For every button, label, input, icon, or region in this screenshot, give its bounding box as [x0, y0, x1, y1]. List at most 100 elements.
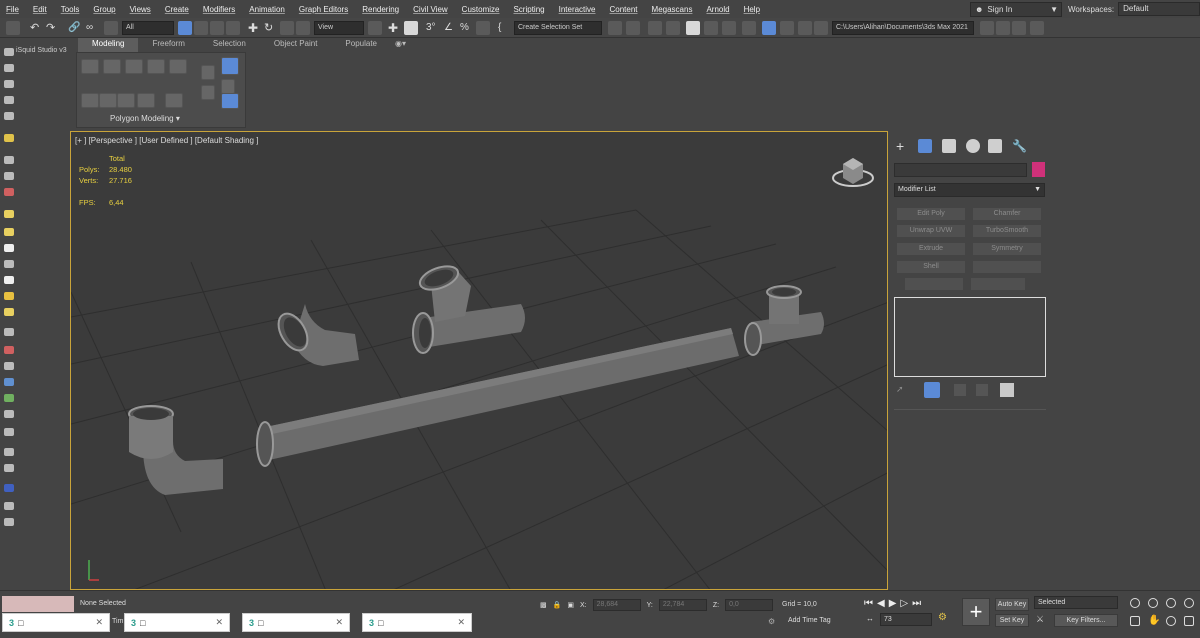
- tool-icon[interactable]: [4, 188, 14, 196]
- material-editor-icon[interactable]: [742, 21, 756, 35]
- placement-icon[interactable]: [296, 21, 310, 35]
- tool-icon[interactable]: [4, 80, 14, 88]
- create-tab-icon[interactable]: +: [896, 139, 910, 153]
- select-by-name-icon[interactable]: [194, 21, 208, 35]
- sign-in-dropdown[interactable]: ☻ Sign In ▼: [970, 2, 1062, 17]
- menu-rendering[interactable]: Rendering: [356, 5, 407, 14]
- key-filters-button[interactable]: Key Filters...: [1054, 614, 1118, 627]
- close-icon[interactable]: ✕: [457, 617, 465, 628]
- tab-object-paint[interactable]: Object Paint: [260, 38, 332, 52]
- render-production-icon[interactable]: [798, 21, 812, 35]
- window-crossing-icon[interactable]: [226, 21, 240, 35]
- pin-stack-icon[interactable]: ➚: [896, 384, 908, 396]
- object-name-field[interactable]: [894, 163, 1027, 177]
- modifier-stack[interactable]: [894, 297, 1046, 377]
- tool-icon[interactable]: [4, 96, 14, 104]
- menu-tools[interactable]: Tools: [55, 5, 88, 14]
- configure-modifier-sets-icon[interactable]: [1000, 383, 1014, 397]
- menu-file[interactable]: File: [0, 5, 27, 14]
- modifier-button-turbosmooth[interactable]: TurboSmooth: [972, 224, 1042, 238]
- close-icon[interactable]: ✕: [215, 617, 223, 628]
- tab-modeling[interactable]: Modeling: [78, 38, 139, 52]
- ribbon-toggle-icon[interactable]: [686, 21, 700, 35]
- go-to-start-icon[interactable]: ⏮: [864, 598, 873, 609]
- selection-filter-select[interactable]: All: [122, 21, 174, 35]
- ribbon-tool-button[interactable]: [147, 59, 165, 74]
- menu-interactive[interactable]: Interactive: [553, 5, 604, 14]
- menu-create[interactable]: Create: [159, 5, 197, 14]
- undo-icon[interactable]: ↶: [30, 21, 44, 35]
- modifier-button-empty[interactable]: [904, 277, 964, 291]
- ribbon-tool-button[interactable]: [137, 93, 155, 108]
- modifier-button-unwrap-uvw[interactable]: Unwrap UVW: [896, 224, 966, 238]
- modifier-button-empty[interactable]: [972, 260, 1042, 274]
- modifier-button-edit-poly[interactable]: Edit Poly: [896, 207, 966, 221]
- snaps-toggle-icon[interactable]: 3°: [426, 21, 440, 35]
- maxscript-listener[interactable]: [2, 596, 74, 612]
- maximize-viewport-icon[interactable]: [1184, 616, 1194, 626]
- tool-icon[interactable]: [4, 484, 14, 492]
- go-to-end-icon[interactable]: ⏭: [912, 598, 921, 609]
- menu-help[interactable]: Help: [738, 5, 768, 14]
- ribbon-tool-button[interactable]: [125, 59, 143, 74]
- tool-icon[interactable]: [4, 328, 14, 336]
- tool-icon[interactable]: [4, 346, 14, 354]
- scene-explorer-icon[interactable]: [648, 21, 662, 35]
- viewport-label[interactable]: [+ ] [Perspective ] [User Defined ] [Def…: [75, 136, 258, 145]
- tool-icon[interactable]: [4, 48, 14, 56]
- tool-icon[interactable]: [4, 308, 14, 316]
- play-icon[interactable]: ▶: [889, 598, 897, 609]
- motion-tab-icon[interactable]: [966, 139, 980, 153]
- menu-scripting[interactable]: Scripting: [507, 5, 552, 14]
- project-open-icon[interactable]: [996, 21, 1010, 35]
- ribbon-tool-button[interactable]: [81, 93, 99, 108]
- ribbon-tool-button[interactable]: [169, 59, 187, 74]
- taskbar-item[interactable]: 3 □ ✕: [362, 613, 472, 632]
- ribbon-options-icon[interactable]: ◉▾: [391, 38, 410, 52]
- modifier-button-empty[interactable]: [970, 277, 1026, 291]
- set-keys-icon[interactable]: +: [962, 598, 990, 626]
- keyboard-shortcut-override-icon[interactable]: [404, 21, 418, 35]
- show-end-result-icon[interactable]: [924, 382, 940, 398]
- project-new-icon[interactable]: [1012, 21, 1026, 35]
- add-time-tag[interactable]: Add Time Tag: [788, 617, 831, 624]
- x-coordinate-field[interactable]: 28,684: [592, 599, 641, 611]
- menu-animation[interactable]: Animation: [243, 5, 293, 14]
- polygon-modeling-dropdown[interactable]: Polygon Modeling ▾: [110, 114, 180, 123]
- field-of-view-icon[interactable]: [1130, 616, 1140, 626]
- time-configuration-icon[interactable]: ⚙: [938, 612, 947, 623]
- tool-icon[interactable]: [4, 292, 14, 300]
- menu-views[interactable]: Views: [124, 5, 159, 14]
- mirror-icon[interactable]: [608, 21, 622, 35]
- perspective-viewport[interactable]: [+ ] [Perspective ] [User Defined ] [Def…: [70, 131, 888, 590]
- tool-icon[interactable]: [4, 518, 14, 526]
- zoom-extents-icon[interactable]: [1166, 598, 1176, 608]
- close-icon[interactable]: ✕: [95, 617, 103, 628]
- utilities-tab-icon[interactable]: 🔧: [1012, 139, 1027, 153]
- menu-modifiers[interactable]: Modifiers: [197, 5, 243, 14]
- reference-coordinate-select[interactable]: View: [314, 21, 364, 35]
- close-icon[interactable]: ✕: [335, 617, 343, 628]
- ribbon-tool-button[interactable]: [221, 57, 239, 75]
- y-coordinate-field[interactable]: 22,784: [658, 599, 707, 611]
- modifier-list-select[interactable]: Modifier List ▼: [894, 183, 1045, 197]
- object-color-swatch[interactable]: [1032, 162, 1045, 177]
- workspace-select[interactable]: Default: [1118, 2, 1200, 16]
- ribbon-tool-button[interactable]: [117, 93, 135, 108]
- previous-frame-icon[interactable]: ◀: [877, 598, 885, 609]
- ribbon-tool-button[interactable]: [165, 93, 183, 108]
- project-save-icon[interactable]: [1030, 21, 1044, 35]
- menu-civil-view[interactable]: Civil View: [407, 5, 456, 14]
- move-icon[interactable]: ✚: [248, 21, 262, 35]
- ribbon-tool-button[interactable]: [201, 85, 215, 100]
- isolate-selection-icon[interactable]: ▩: [540, 601, 547, 609]
- auto-key-button[interactable]: Auto Key: [995, 598, 1029, 611]
- tool-icon[interactable]: [4, 172, 14, 180]
- tab-populate[interactable]: Populate: [331, 38, 391, 52]
- tool-icon[interactable]: [4, 156, 14, 164]
- menu-megascans[interactable]: Megascans: [646, 5, 701, 14]
- tool-icon[interactable]: [4, 134, 14, 142]
- menu-arnold[interactable]: Arnold: [700, 5, 737, 14]
- tool-icon[interactable]: [4, 244, 14, 252]
- time-tag-icon[interactable]: ⚙: [768, 617, 775, 626]
